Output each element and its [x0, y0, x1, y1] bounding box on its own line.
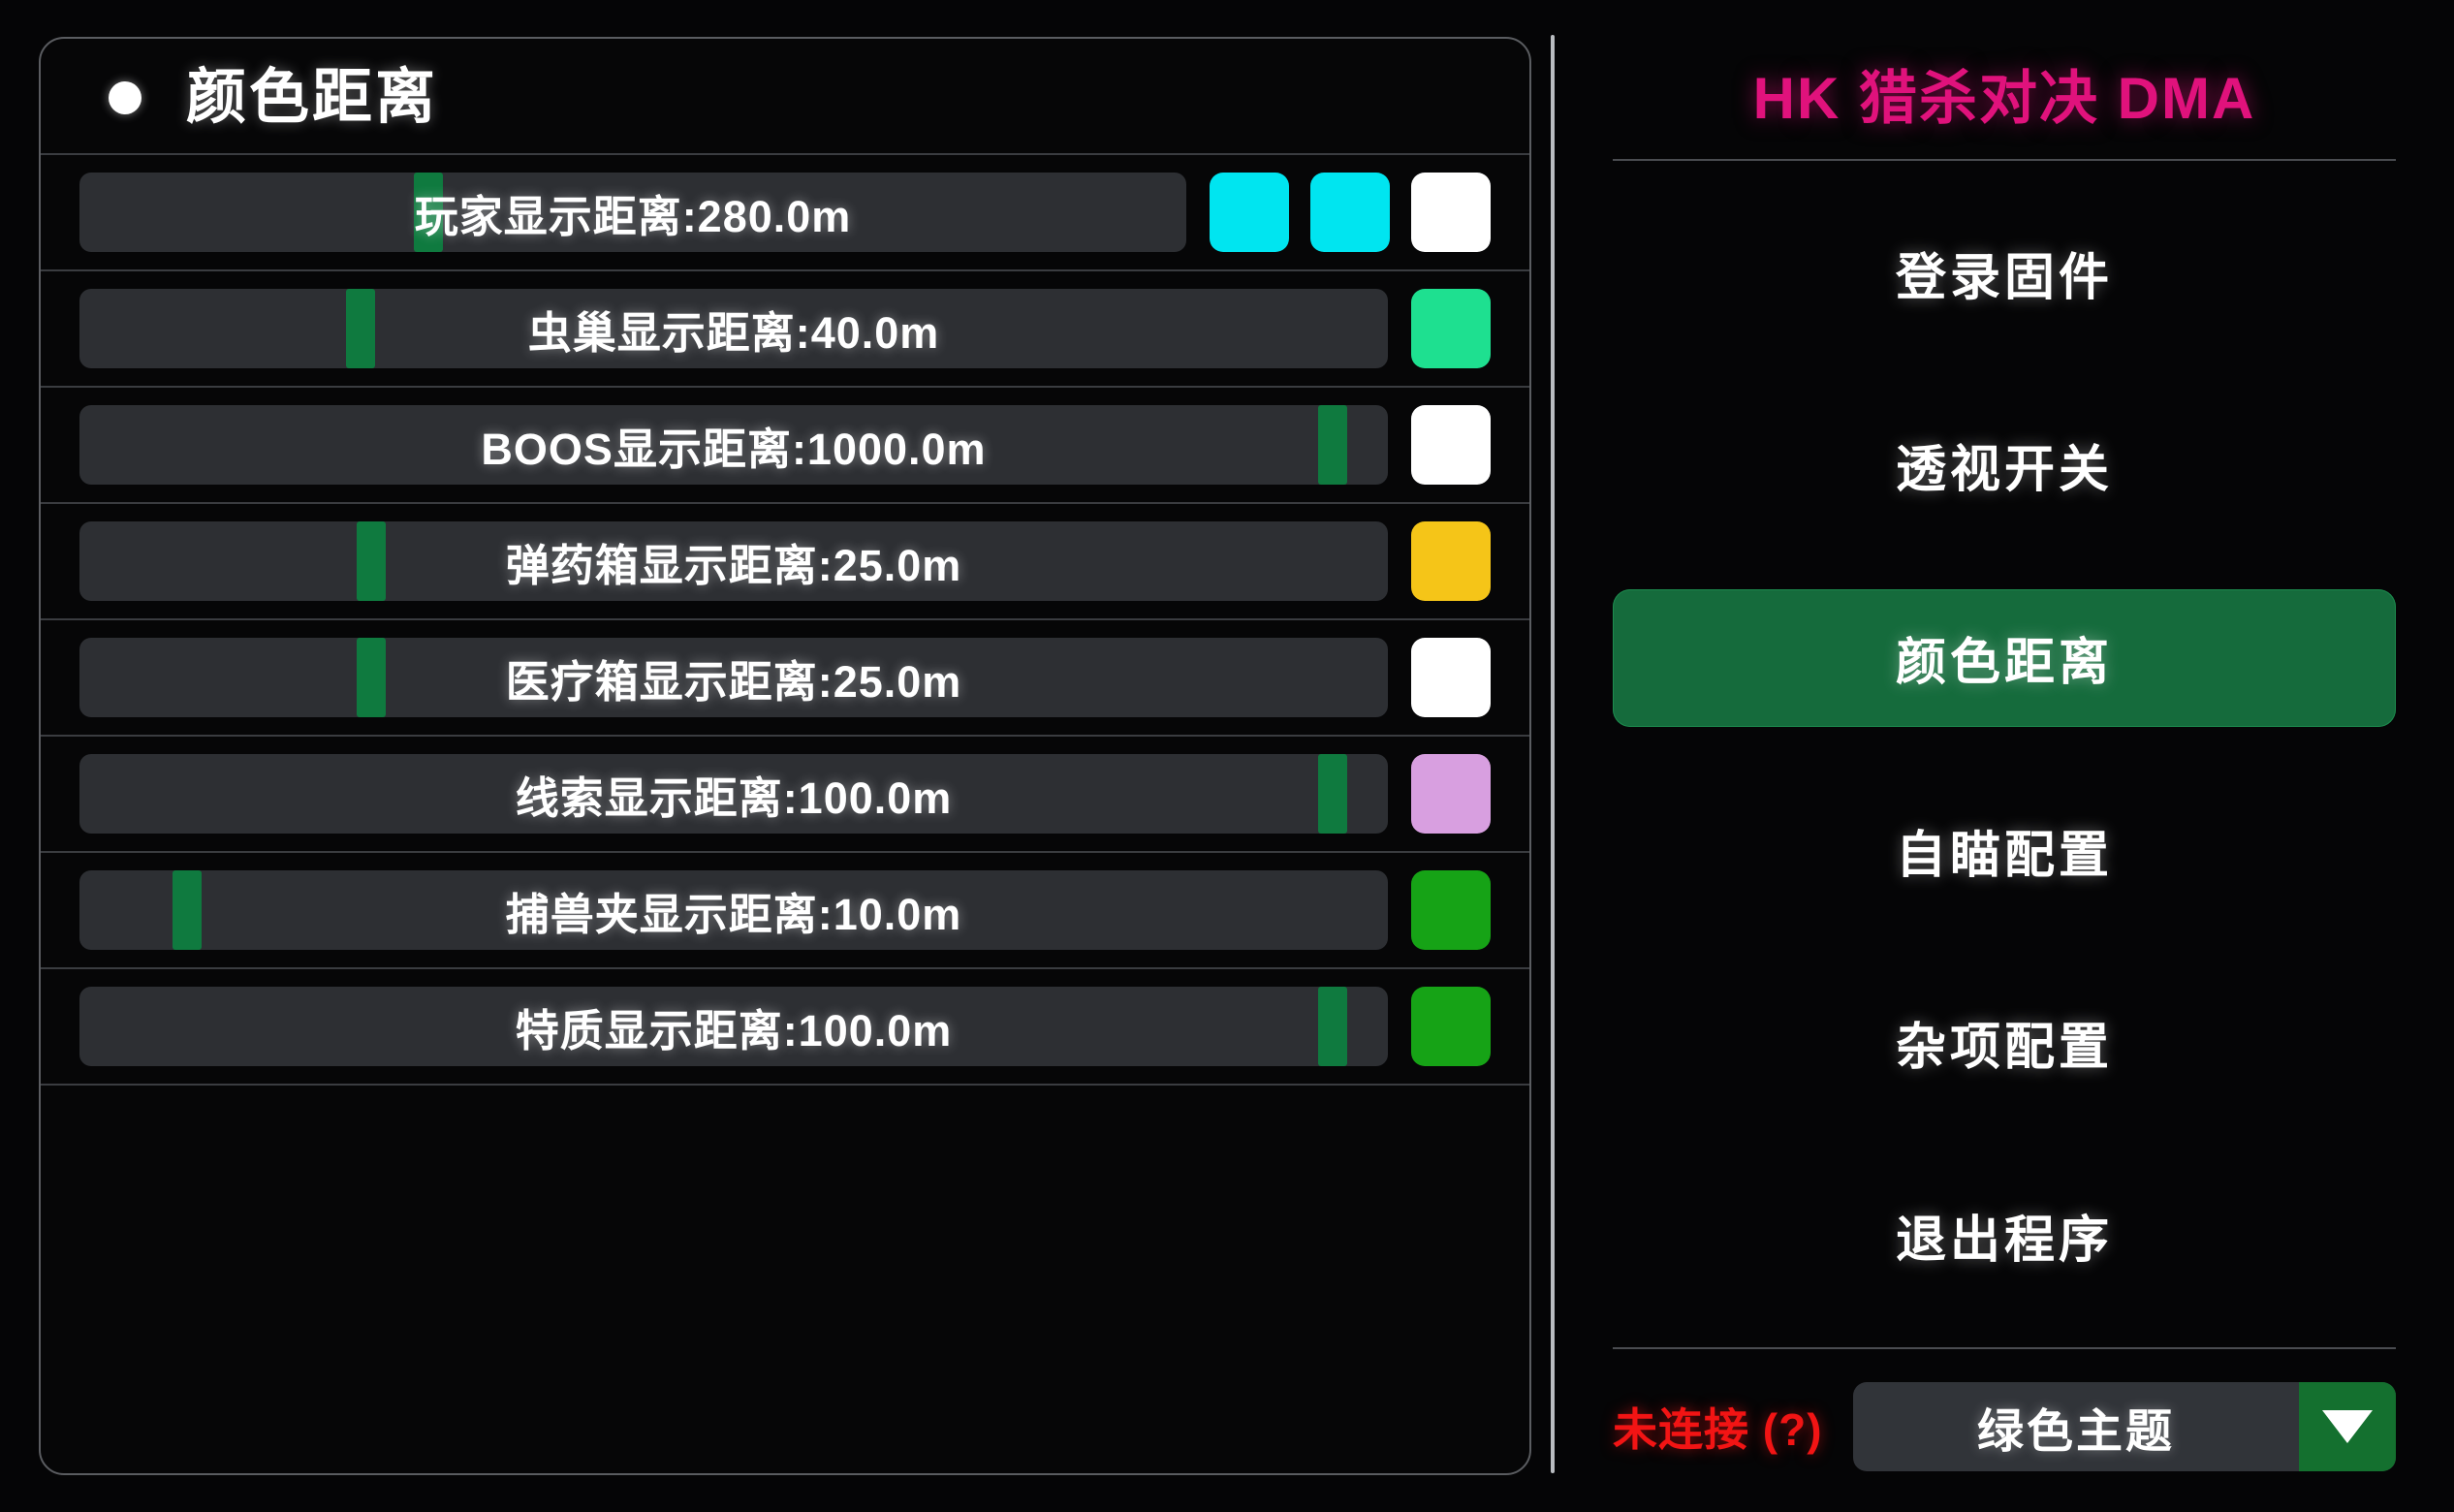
slider-row: 玩家显示距离:280.0m — [41, 153, 1529, 269]
color-swatch-button[interactable] — [1210, 173, 1289, 252]
slider-row: 线索显示距离:100.0m — [41, 735, 1529, 851]
panel-header: 颜色距离 — [41, 39, 1529, 153]
slider-handle[interactable] — [346, 289, 376, 368]
color-swatch-group — [1411, 987, 1491, 1066]
dot-icon — [109, 81, 142, 114]
sidebar-item-2[interactable]: 颜色距离 — [1613, 588, 2396, 727]
app-brand-title: HK 猎杀对决 DMA — [1752, 66, 2256, 131]
distance-slider[interactable]: BOOS显示距离:1000.0m — [79, 405, 1388, 485]
theme-select[interactable]: 绿色主题 — [1853, 1382, 2396, 1471]
theme-select-value: 绿色主题 — [1976, 1406, 2175, 1458]
connection-status-badge: 未连接 (?) — [1613, 1404, 1823, 1455]
distance-slider[interactable]: 玩家显示距离:280.0m — [79, 173, 1186, 252]
sidebar-item-5[interactable]: 退出程序 — [1613, 1167, 2396, 1305]
color-swatch-group — [1210, 173, 1491, 252]
theme-select-arrow-button[interactable] — [2299, 1382, 2396, 1471]
color-swatch-group — [1411, 521, 1491, 601]
color-swatch-button[interactable] — [1411, 405, 1491, 485]
slider-handle[interactable] — [357, 638, 387, 717]
color-swatch-group — [1411, 289, 1491, 368]
slider-row: 特质显示距离:100.0m — [41, 967, 1529, 1084]
distance-slider[interactable]: 特质显示距离:100.0m — [79, 987, 1388, 1066]
slider-label: 线索显示距离:100.0m — [515, 772, 953, 823]
distance-slider[interactable]: 线索显示距离:100.0m — [79, 754, 1388, 834]
slider-handle[interactable] — [172, 870, 202, 950]
color-swatch-button[interactable] — [1310, 173, 1390, 252]
slider-handle[interactable] — [1318, 754, 1348, 834]
slider-label: 特质显示距离:100.0m — [515, 1005, 953, 1055]
distance-slider[interactable]: 弹药箱显示距离:25.0m — [79, 521, 1388, 601]
color-swatch-group — [1411, 870, 1491, 950]
sidebar-item-1[interactable]: 透视开关 — [1613, 396, 2396, 534]
slider-handle[interactable] — [357, 521, 387, 601]
color-swatch-button[interactable] — [1411, 289, 1491, 368]
slider-label: 虫巢显示距离:40.0m — [527, 307, 940, 358]
color-swatch-button[interactable] — [1411, 870, 1491, 950]
color-swatch-button[interactable] — [1411, 638, 1491, 717]
app-root: 颜色距离 玩家显示距离:280.0m 虫巢显示距离:40.0m BOOS显示距离:1… — [0, 0, 2454, 1512]
slider-label: 捕兽夹显示距离:10.0m — [505, 889, 962, 939]
slider-label: 玩家显示距离:280.0m — [414, 191, 852, 241]
panel-empty-area — [41, 1084, 1529, 1473]
distance-slider[interactable]: 捕兽夹显示距离:10.0m — [79, 870, 1388, 950]
color-swatch-group — [1411, 754, 1491, 834]
color-swatch-button[interactable] — [1411, 521, 1491, 601]
color-swatch-button[interactable] — [1411, 987, 1491, 1066]
slider-row: 虫巢显示距离:40.0m — [41, 269, 1529, 386]
left-panel-wrapper: 颜色距离 玩家显示距离:280.0m 虫巢显示距离:40.0m BOOS显示距离:1… — [0, 0, 1551, 1512]
sidebar-footer: 未连接 (?) 绿色主题 — [1613, 1349, 2396, 1477]
color-swatch-button[interactable] — [1411, 173, 1491, 252]
color-swatch-group — [1411, 405, 1491, 485]
sidebar-item-4[interactable]: 杂项配置 — [1613, 974, 2396, 1112]
chevron-down-icon — [2322, 1410, 2373, 1443]
slider-row: BOOS显示距离:1000.0m — [41, 386, 1529, 502]
distance-slider[interactable]: 医疗箱显示距离:25.0m — [79, 638, 1388, 717]
sidebar-item-0[interactable]: 登录固件 — [1613, 204, 2396, 341]
slider-label: 弹药箱显示距离:25.0m — [505, 540, 962, 590]
slider-label: 医疗箱显示距离:25.0m — [505, 656, 962, 707]
sidebar: HK 猎杀对决 DMA 登录固件透视开关颜色距离自瞄配置杂项配置退出程序 未连接… — [1555, 0, 2454, 1512]
slider-label: BOOS显示距离:1000.0m — [481, 424, 987, 474]
color-swatch-button[interactable] — [1411, 754, 1491, 834]
distance-slider[interactable]: 虫巢显示距离:40.0m — [79, 289, 1388, 368]
color-distance-panel: 颜色距离 玩家显示距离:280.0m 虫巢显示距离:40.0m BOOS显示距离:1… — [39, 37, 1531, 1475]
slider-row: 医疗箱显示距离:25.0m — [41, 618, 1529, 735]
slider-row-list: 玩家显示距离:280.0m 虫巢显示距离:40.0m BOOS显示距离:1000.0… — [41, 153, 1529, 1084]
sidebar-menu: 登录固件透视开关颜色距离自瞄配置杂项配置退出程序 — [1613, 161, 2396, 1347]
slider-handle[interactable] — [1318, 405, 1348, 485]
slider-row: 弹药箱显示距离:25.0m — [41, 502, 1529, 618]
slider-row: 捕兽夹显示距离:10.0m — [41, 851, 1529, 967]
slider-handle[interactable] — [1318, 987, 1348, 1066]
color-swatch-group — [1411, 638, 1491, 717]
sidebar-item-3[interactable]: 自瞄配置 — [1613, 781, 2396, 919]
page-title: 颜色距离 — [186, 64, 439, 131]
